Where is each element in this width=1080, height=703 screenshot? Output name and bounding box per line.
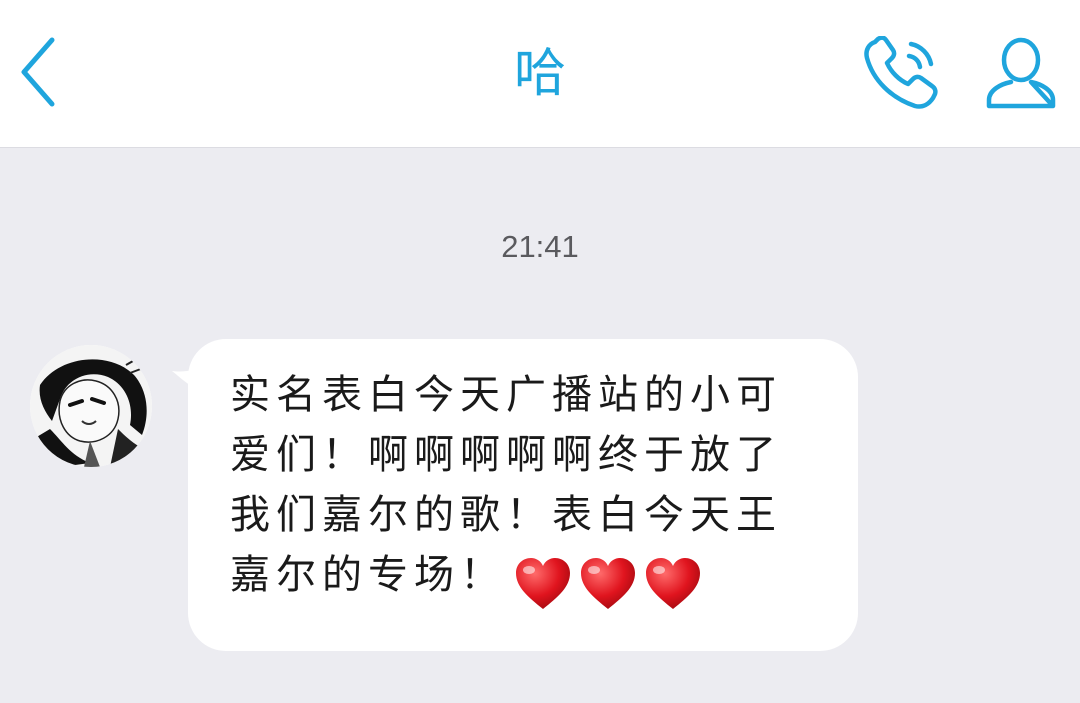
message-bubble[interactable]: 实名表白今天广播站的小可爱们！啊啊啊啊啊终于放了我们嘉尔的歌！表白今天王嘉尔的专…: [188, 339, 858, 651]
chevron-left-icon: [21, 37, 55, 107]
phone-icon: [864, 36, 938, 109]
message-timestamp: 21:41: [501, 229, 579, 264]
user-icon: [986, 37, 1056, 109]
back-button[interactable]: [8, 30, 68, 114]
heart-emoji-icon: [581, 557, 636, 609]
call-button[interactable]: [858, 34, 944, 114]
heart-emoji-icon: [516, 557, 570, 609]
contact-avatar[interactable]: [30, 345, 152, 467]
chat-screen: 哈 21:41 实名表白今天广播站的小可爱们！啊啊啊啊啊终于放了我们嘉尔的歌！表…: [0, 0, 1080, 703]
heart-emoji-group: [514, 557, 704, 611]
chat-header: 哈: [0, 0, 1080, 148]
chat-title: 哈: [513, 44, 566, 104]
message-row: 实名表白今天广播站的小可爱们！啊啊啊啊啊终于放了我们嘉尔的歌！表白今天王嘉尔的专…: [170, 339, 858, 651]
chat-area[interactable]: 21:41 实名表白今天广播站的小可爱们！啊啊啊啊啊终于放了我们嘉尔的歌！表白今…: [0, 149, 1080, 703]
profile-button[interactable]: [980, 32, 1062, 114]
anime-girl-avatar-icon: [30, 345, 152, 467]
heart-emoji-icon: [646, 557, 701, 609]
